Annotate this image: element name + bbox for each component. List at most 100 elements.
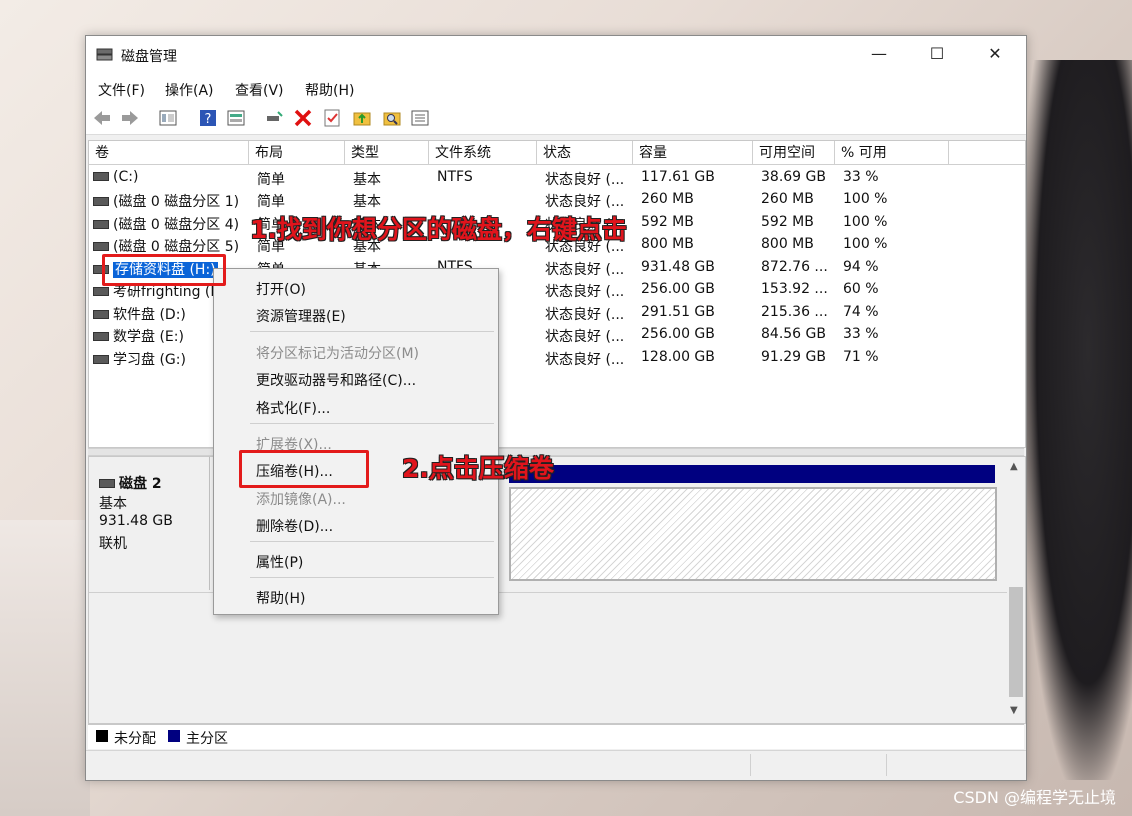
- maximize-button[interactable]: ☐: [908, 36, 966, 74]
- minimize-button[interactable]: —: [850, 36, 908, 74]
- volume-name-cell: (C:): [93, 169, 138, 185]
- capacity-cell: 592 MB: [641, 214, 694, 230]
- capacity-cell: 117.61 GB: [641, 169, 715, 185]
- capacity-cell: 256.00 GB: [641, 281, 715, 297]
- menu-help[interactable]: 帮助(H): [305, 80, 354, 100]
- drive-icon: [93, 196, 109, 206]
- menu-separator: [250, 577, 494, 578]
- percent-free-cell: 100 %: [843, 191, 888, 207]
- legend-bar: 未分配 主分区: [88, 724, 1024, 749]
- connect-icon[interactable]: [264, 108, 284, 128]
- annotation-step2: 2.点击压缩卷: [402, 454, 554, 483]
- percent-free-cell: 33 %: [843, 169, 879, 185]
- toolbar: ?: [86, 102, 1026, 135]
- menu-item-help[interactable]: 帮助(H): [256, 588, 305, 608]
- view-icon[interactable]: [226, 108, 246, 128]
- column-header-free-space[interactable]: 可用空间: [753, 141, 835, 165]
- menu-item-change-drive-letter[interactable]: 更改驱动器号和路径(C)...: [256, 370, 416, 390]
- context-menu: 打开(O) 资源管理器(E) 将分区标记为活动分区(M) 更改驱动器号和路径(C…: [213, 268, 499, 615]
- menu-separator: [250, 541, 494, 542]
- percent-free-cell: 100 %: [843, 214, 888, 230]
- vertical-scrollbar[interactable]: ▲ ▼: [1007, 457, 1025, 721]
- menu-separator: [250, 423, 494, 424]
- volume-row[interactable]: (磁盘 0 磁盘分区 1) 简单 基本 状态良好 (... 260 MB 260…: [89, 189, 1025, 211]
- menu-separator: [250, 331, 494, 332]
- column-header-percent-free[interactable]: % 可用: [835, 141, 949, 165]
- status-bar: [86, 750, 1026, 779]
- disk-info-panel[interactable]: 磁盘 2 基本 931.48 GB 联机: [89, 457, 210, 590]
- capacity-cell: 291.51 GB: [641, 304, 715, 320]
- list-icon[interactable]: [410, 108, 430, 128]
- status-cell: 状态良好 (...: [545, 352, 625, 368]
- status-cell: 状态良好 (...: [545, 307, 625, 323]
- menu-item-delete-volume[interactable]: 删除卷(D)...: [256, 516, 333, 536]
- properties-icon[interactable]: [158, 108, 178, 128]
- percent-free-cell: 33 %: [843, 326, 879, 342]
- drive-icon: [93, 331, 109, 341]
- status-cell: 状态良好 (...: [545, 172, 625, 188]
- column-header-volume[interactable]: 卷: [89, 141, 249, 165]
- type-cell: 基本: [353, 172, 381, 188]
- annotation-box-shrink: [239, 450, 369, 488]
- capacity-cell: 800 MB: [641, 236, 694, 252]
- disk-kind: 基本: [99, 496, 127, 512]
- menu-view[interactable]: 查看(V): [235, 80, 284, 100]
- menu-item-explorer[interactable]: 资源管理器(E): [256, 306, 346, 326]
- up-folder-icon[interactable]: [352, 108, 372, 128]
- layout-cell: 简单: [257, 194, 285, 210]
- volume-name-cell: (磁盘 0 磁盘分区 1): [93, 191, 239, 211]
- forward-arrow-icon[interactable]: [120, 108, 140, 128]
- column-header-type[interactable]: 类型: [345, 141, 429, 165]
- free-space-cell: 91.29 GB: [761, 349, 826, 365]
- legend-primary: 主分区: [186, 731, 228, 747]
- close-button[interactable]: ✕: [966, 36, 1024, 74]
- disk-icon: [99, 478, 115, 488]
- menu-action[interactable]: 操作(A): [165, 80, 214, 100]
- primary-partition-bar: [509, 465, 995, 483]
- volume-name-cell: 数学盘 (E:): [93, 326, 184, 346]
- search-icon[interactable]: [382, 108, 402, 128]
- primary-swatch: [168, 730, 180, 742]
- legend-unallocated: 未分配: [114, 731, 156, 747]
- status-separator: [886, 754, 887, 776]
- drive-icon: [93, 241, 109, 251]
- menu-item-properties[interactable]: 属性(P): [256, 552, 303, 572]
- drive-icon: [93, 354, 109, 364]
- layout-cell: 简单: [257, 172, 285, 188]
- free-space-cell: 260 MB: [761, 191, 814, 207]
- volume-row[interactable]: (C:) 简单 基本 NTFS 状态良好 (... 117.61 GB 38.6…: [89, 167, 1025, 189]
- status-cell: 状态良好 (...: [545, 262, 625, 278]
- capacity-cell: 128.00 GB: [641, 349, 715, 365]
- partition-block[interactable]: [509, 487, 997, 581]
- delete-icon[interactable]: [293, 108, 313, 128]
- column-header-capacity[interactable]: 容量: [633, 141, 753, 165]
- scroll-down-icon[interactable]: ▼: [1010, 705, 1018, 716]
- column-header-layout[interactable]: 布局: [249, 141, 345, 165]
- free-space-cell: 215.36 ...: [761, 304, 828, 320]
- watermark: CSDN @编程学无止境: [953, 788, 1116, 807]
- scrollbar-thumb[interactable]: [1009, 587, 1023, 697]
- check-icon[interactable]: [322, 108, 342, 128]
- column-header-status[interactable]: 状态: [537, 141, 633, 165]
- drive-icon: [93, 309, 109, 319]
- menu-item-open[interactable]: 打开(O): [256, 279, 306, 299]
- background-cloth: [0, 520, 90, 816]
- window-title: 磁盘管理: [121, 49, 177, 65]
- percent-free-cell: 60 %: [843, 281, 879, 297]
- disk-label: 磁盘 2: [99, 473, 162, 493]
- back-arrow-icon[interactable]: [92, 108, 112, 128]
- column-header-filesystem[interactable]: 文件系统: [429, 141, 537, 165]
- title-bar: 磁盘管理 — ☐ ✕: [86, 36, 1026, 74]
- disk-size: 931.48 GB: [99, 513, 173, 529]
- free-space-cell: 84.56 GB: [761, 326, 826, 342]
- free-space-cell: 800 MB: [761, 236, 814, 252]
- filesystem-cell: NTFS: [437, 169, 473, 185]
- menu-file[interactable]: 文件(F): [98, 80, 145, 100]
- scroll-up-icon[interactable]: ▲: [1010, 461, 1018, 472]
- capacity-cell: 931.48 GB: [641, 259, 715, 275]
- free-space-cell: 872.76 ...: [761, 259, 828, 275]
- annotation-box-volume: [102, 254, 226, 286]
- volume-name-cell: 软件盘 (D:): [93, 304, 186, 324]
- menu-item-format[interactable]: 格式化(F)...: [256, 398, 330, 418]
- help-icon[interactable]: ?: [198, 108, 218, 128]
